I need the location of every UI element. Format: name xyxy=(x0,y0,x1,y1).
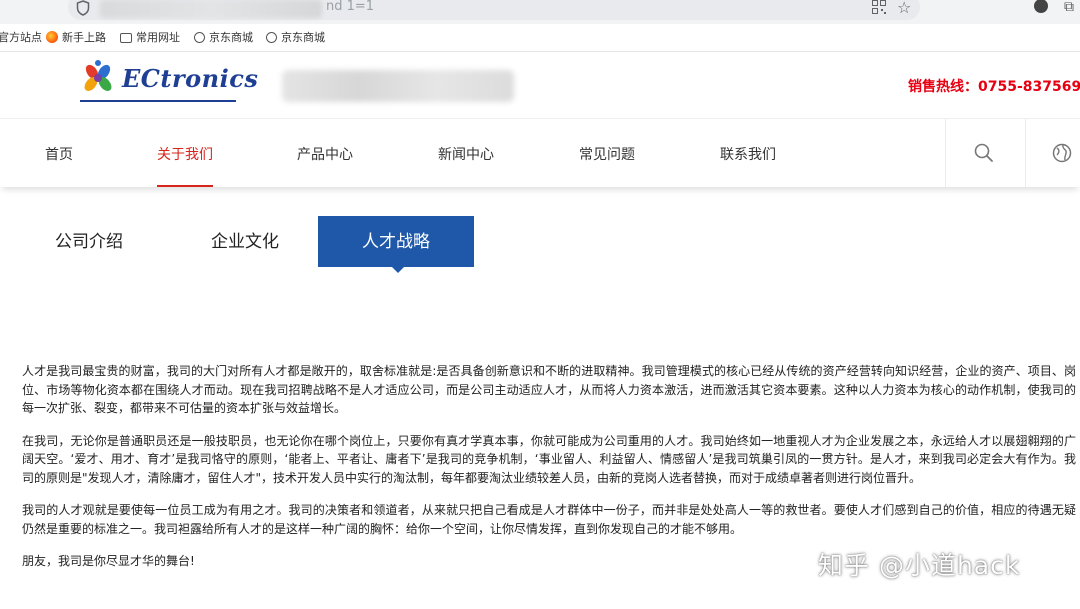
article-paragraph: 我司的人才观就是要使每一位员工成为有用之才。我司的决策者和领道者，从来就只把自己… xyxy=(22,503,1076,536)
globe-icon xyxy=(194,32,205,43)
nav-divider xyxy=(945,119,946,187)
globe-icon[interactable] xyxy=(1050,141,1074,165)
bookmarks-bar: 官方站点 新手上路 常用网址 京东商城 京东商城 xyxy=(0,24,1080,52)
nav-item-products[interactable]: 产品中心 xyxy=(297,119,353,187)
puzzle-icon[interactable]: ⧉ xyxy=(1064,0,1074,15)
bookmark-label: 常用网址 xyxy=(136,31,180,44)
bookmark-item[interactable]: 新手上路 xyxy=(46,31,106,45)
firefox-icon xyxy=(46,31,58,43)
folder-icon xyxy=(120,33,132,43)
bookmark-label: 京东商城 xyxy=(281,31,325,44)
sales-hotline: 销售热线：0755-8375695 xyxy=(908,79,1080,95)
blurred-url xyxy=(100,0,322,18)
bookmark-label: 官方站点 xyxy=(0,31,42,44)
blurred-company-name xyxy=(282,70,514,102)
bookmark-item[interactable]: 官方站点 xyxy=(0,31,42,45)
logo-text: ECtronics xyxy=(122,64,259,93)
article-paragraph: 人才是我司最宝贵的财富，我司的大门对所有人才都是敞开的，取舍标准就是:是否具备创… xyxy=(22,364,1076,415)
shield-icon[interactable] xyxy=(76,0,90,16)
bookmark-label: 京东商城 xyxy=(209,31,253,44)
nav-item-contact[interactable]: 联系我们 xyxy=(720,119,776,187)
tab-talent-strategy[interactable]: 人才战略 xyxy=(318,216,474,267)
address-text: nd 1=1 xyxy=(326,0,375,14)
qr-code-icon[interactable] xyxy=(872,0,886,18)
article-paragraph: 在我司，无论你是普通职员还是一般技职员，也无论你在哪个岗位上，只要你有真才学真本… xyxy=(22,433,1076,485)
tab-corporate-culture[interactable]: 企业文化 xyxy=(211,216,279,267)
logo-mark-icon xyxy=(84,60,112,91)
nav-item-about[interactable]: 关于我们 xyxy=(157,119,213,187)
main-nav: 首页 关于我们 产品中心 新闻中心 常见问题 联系我们 xyxy=(0,118,1080,187)
bookmark-item[interactable]: 京东商城 xyxy=(266,31,325,45)
logo-underline xyxy=(80,100,236,102)
bookmark-label: 新手上路 xyxy=(62,31,106,44)
active-tab-caret xyxy=(391,266,405,273)
nav-divider xyxy=(1025,119,1026,187)
globe-icon xyxy=(266,32,277,43)
search-icon[interactable] xyxy=(972,141,996,165)
bookmark-item[interactable]: 京东商城 xyxy=(194,31,253,45)
nav-item-news[interactable]: 新闻中心 xyxy=(438,119,494,187)
tab-company-intro[interactable]: 公司介绍 xyxy=(55,216,123,267)
nav-item-home[interactable]: 首页 xyxy=(45,119,73,187)
bookmark-item[interactable]: 常用网址 xyxy=(120,31,180,45)
star-icon[interactable]: ☆ xyxy=(897,0,911,17)
zhihu-watermark: 知乎 @小道hack xyxy=(818,551,1021,580)
nav-item-faq[interactable]: 常见问题 xyxy=(579,119,635,187)
